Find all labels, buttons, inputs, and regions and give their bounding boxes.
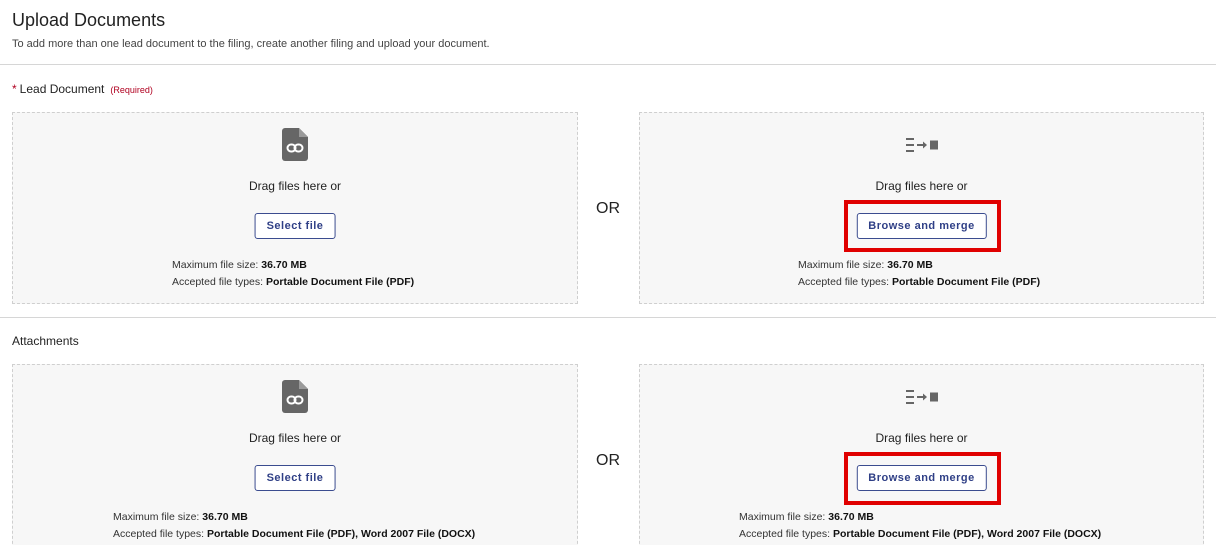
file-link-icon: [282, 380, 308, 413]
lead-file-dropzone[interactable]: Drag files here or Select file Maximum f…: [12, 112, 578, 304]
file-requirements: Maximum file size: 36.70 MB Accepted fil…: [113, 509, 475, 543]
page-title: Upload Documents: [12, 10, 166, 30]
section-divider: [0, 317, 1216, 318]
max-file-size: Maximum file size: 36.70 MB: [172, 259, 307, 271]
file-requirements: Maximum file size: 36.70 MB Accepted fil…: [798, 257, 1040, 291]
highlight-box: [844, 200, 1001, 252]
page-header: Upload Documents To add more than one le…: [12, 8, 490, 51]
highlight-box: [844, 452, 1001, 505]
required-star: *: [12, 82, 17, 96]
drag-files-text: Drag files here or: [875, 179, 968, 193]
page-subtitle: To add more than one lead document to th…: [12, 38, 490, 50]
accepted-file-types: Accepted file types: Portable Document F…: [798, 276, 1041, 288]
accepted-file-types: Accepted file types: Portable Document F…: [739, 528, 1102, 540]
lead-document-heading: * Lead Document (Required): [12, 81, 153, 98]
attachments-heading: Attachments: [12, 334, 79, 348]
accepted-file-types: Accepted file types: Portable Document F…: [172, 276, 415, 288]
accepted-file-types: Accepted file types: Portable Document F…: [113, 528, 476, 540]
merge-list-icon: [905, 390, 938, 404]
max-file-size: Maximum file size: 36.70 MB: [113, 511, 248, 523]
attachments-file-dropzone[interactable]: Drag files here or Select file Maximum f…: [12, 364, 578, 545]
header-divider: [0, 64, 1216, 65]
select-file-button[interactable]: Select file: [254, 465, 336, 491]
max-file-size: Maximum file size: 36.70 MB: [739, 511, 874, 523]
required-note: (Required): [110, 85, 153, 95]
or-separator: OR: [596, 452, 620, 469]
lead-document-title: Lead Document: [19, 82, 105, 96]
max-file-size: Maximum file size: 36.70 MB: [798, 259, 933, 271]
drag-files-text: Drag files here or: [248, 179, 342, 193]
or-separator: OR: [596, 200, 620, 217]
drag-files-text: Drag files here or: [875, 431, 968, 445]
drag-files-text: Drag files here or: [248, 431, 342, 445]
upload-documents-page: Upload Documents To add more than one le…: [0, 0, 1216, 545]
merge-list-icon: [905, 138, 938, 152]
file-requirements: Maximum file size: 36.70 MB Accepted fil…: [172, 257, 414, 291]
file-link-icon: [282, 128, 308, 161]
select-file-button[interactable]: Select file: [254, 213, 336, 239]
file-requirements: Maximum file size: 36.70 MB Accepted fil…: [739, 509, 1101, 543]
